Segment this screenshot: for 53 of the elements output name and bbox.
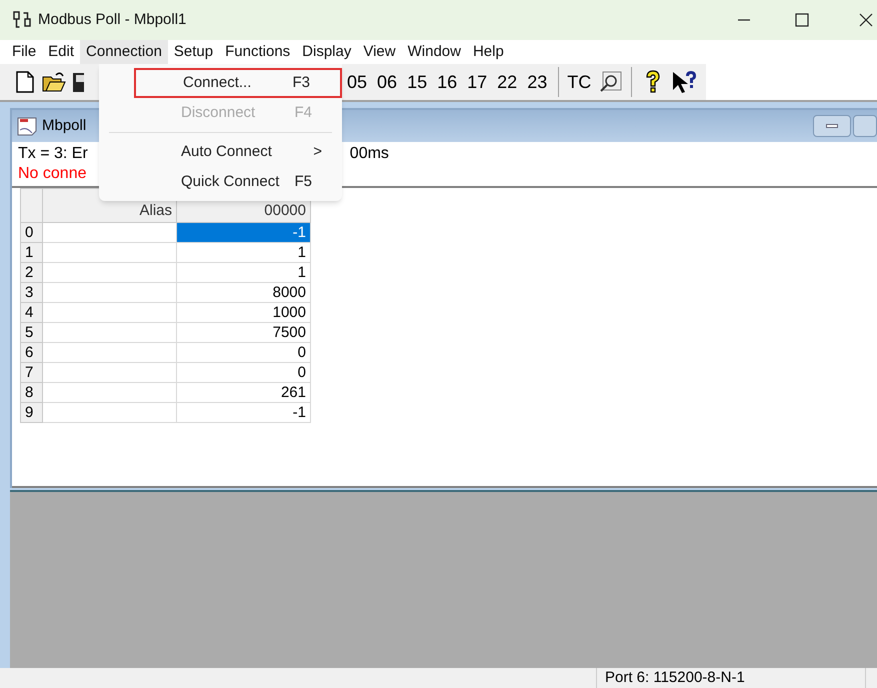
menu-item[interactable]: Functions <box>219 40 296 64</box>
row-number: 5 <box>20 322 42 342</box>
new-file-icon[interactable] <box>16 71 34 93</box>
error-text: No conne <box>18 165 86 182</box>
table-cell[interactable]: 8000 <box>176 282 310 302</box>
row-number: 6 <box>20 342 42 362</box>
row-number: 1 <box>20 242 42 262</box>
child-minimize-button[interactable] <box>813 115 851 137</box>
close-icon[interactable] <box>859 13 873 27</box>
row-number: 4 <box>20 302 42 322</box>
maximize-icon[interactable] <box>795 13 809 27</box>
menu-item[interactable]: Window <box>402 40 467 64</box>
table-cell[interactable]: 261 <box>176 382 310 402</box>
table-cell[interactable]: -1 <box>176 402 310 422</box>
table-cell[interactable]: 1 <box>176 262 310 282</box>
row-number: 7 <box>20 362 42 382</box>
function-code-button[interactable]: 23 <box>522 68 552 96</box>
menu-item[interactable]: Display <box>296 40 358 64</box>
table-cell[interactable]: -1 <box>176 222 310 242</box>
plug-icon <box>12 10 34 30</box>
menu-option[interactable]: Auto Connect > <box>134 137 342 167</box>
menu-item[interactable]: Help <box>466 40 510 64</box>
tx-status-text: 00ms <box>350 144 389 164</box>
save-icon[interactable] <box>72 71 84 93</box>
table-cell[interactable]: 0 <box>176 362 310 382</box>
table-cell[interactable]: 1000 <box>176 302 310 322</box>
row-number: 9 <box>20 402 42 422</box>
open-folder-icon[interactable] <box>42 71 66 93</box>
menu-option[interactable]: Connect... F3 <box>134 68 342 98</box>
window-title: Modbus Poll - Mbpoll1 <box>38 10 186 30</box>
row-number: 3 <box>20 282 42 302</box>
function-code-button[interactable]: 22 <box>492 68 522 96</box>
tc-button[interactable]: TC <box>565 68 594 96</box>
row-number: 2 <box>20 262 42 282</box>
function-code-button[interactable]: 16 <box>432 68 462 96</box>
row-number: 0 <box>20 222 42 242</box>
child-window-title: Mbpoll <box>42 116 86 136</box>
function-code-button[interactable]: 15 <box>402 68 432 96</box>
row-number: 8 <box>20 382 42 402</box>
table-cell[interactable]: 1 <box>176 242 310 262</box>
port-status: Port 6: 115200-8-N-1 <box>596 668 866 688</box>
menu-item[interactable]: Setup <box>168 40 220 64</box>
function-code-button[interactable]: 17 <box>462 68 492 96</box>
menu-item[interactable]: File <box>6 40 42 64</box>
menu-item[interactable]: Connection <box>80 40 168 64</box>
function-code-button[interactable]: 06 <box>372 68 402 96</box>
tx-status-text: Tx = 3: Er <box>18 144 88 164</box>
menu-item[interactable]: View <box>357 40 402 64</box>
help-icon[interactable] <box>644 69 662 95</box>
menu-item[interactable]: Edit <box>42 40 80 64</box>
table-cell[interactable]: 0 <box>176 342 310 362</box>
table-cell[interactable]: 7500 <box>176 322 310 342</box>
function-code-button[interactable]: 05 <box>342 68 372 96</box>
